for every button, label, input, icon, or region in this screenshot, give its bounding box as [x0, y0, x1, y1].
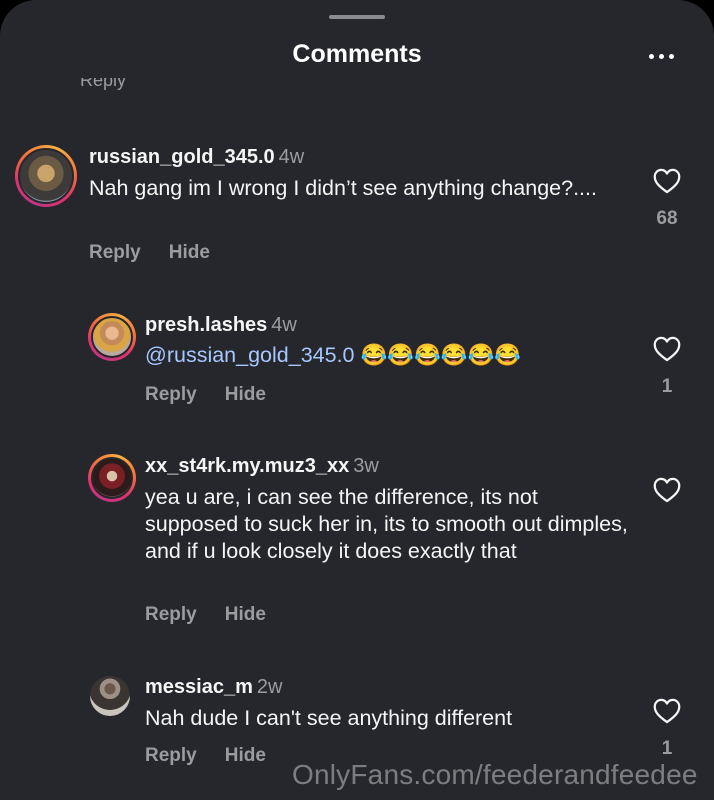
- comment-text: Nah gang im I wrong I didn’t see anythin…: [89, 176, 597, 200]
- username[interactable]: messiac_m: [145, 676, 253, 698]
- like-control: 68: [648, 168, 686, 230]
- like-count: 68: [656, 208, 678, 229]
- reply-button[interactable]: Reply: [145, 745, 197, 767]
- comment-meta: xx_st4rk.my.muz3_xx 3w: [145, 455, 379, 478]
- avatar-image: [91, 316, 133, 358]
- username[interactable]: presh.lashes: [145, 314, 267, 336]
- more-options-button[interactable]: [640, 46, 682, 66]
- avatar[interactable]: [15, 145, 77, 207]
- timestamp: 3w: [353, 455, 379, 477]
- comment-actions: Reply Hide: [145, 604, 266, 626]
- watermark: OnlyFans.com/feederandfeedee: [292, 759, 698, 790]
- username[interactable]: xx_st4rk.my.muz3_xx: [145, 455, 349, 477]
- like-count: 1: [661, 738, 673, 759]
- more-icon-dot: [668, 53, 674, 59]
- avatar[interactable]: [88, 313, 136, 361]
- reply-button[interactable]: Reply: [89, 242, 141, 264]
- hide-button[interactable]: Hide: [225, 604, 266, 626]
- mention-link[interactable]: @russian_gold_345.0: [145, 343, 355, 367]
- comment-actions: Reply Hide: [145, 384, 266, 406]
- page-title: Comments: [292, 40, 422, 68]
- timestamp: 4w: [271, 314, 297, 336]
- avatar-image: [91, 457, 133, 499]
- reply-button[interactable]: Reply: [145, 604, 197, 626]
- comment-meta: messiac_m 2w: [145, 676, 282, 699]
- like-control: 1: [648, 336, 686, 398]
- timestamp: 2w: [256, 676, 283, 698]
- heart-outline-icon[interactable]: [653, 698, 681, 724]
- hide-button[interactable]: Hide: [169, 242, 210, 264]
- username[interactable]: russian_gold_345.0: [89, 146, 275, 168]
- comment-text: @russian_gold_345.0 😂😂😂😂😂😂: [145, 342, 625, 369]
- comment-meta: presh.lashes 4w: [145, 314, 297, 337]
- drag-handle[interactable]: [329, 15, 385, 19]
- comment-meta: russian_gold_345.0 4w: [89, 146, 304, 169]
- like-control: 1: [648, 698, 686, 760]
- timestamp: 4w: [278, 146, 305, 168]
- more-icon-dot: [648, 53, 654, 59]
- comment-actions: Reply Hide: [89, 242, 210, 264]
- heart-outline-icon[interactable]: [653, 477, 681, 503]
- avatar[interactable]: [88, 454, 136, 502]
- comments-sheet: Comments Reply russian_gold_345.0 4w Nah …: [0, 0, 714, 800]
- avatar[interactable]: [90, 676, 130, 716]
- like-count: 1: [661, 376, 673, 397]
- like-control: [648, 477, 686, 517]
- comment-text: yea u are, i can see the difference, its…: [145, 485, 628, 563]
- comment-text: Nah dude I can't see anything different: [145, 706, 513, 730]
- heart-outline-icon[interactable]: [653, 168, 681, 194]
- comment-actions: Reply Hide: [145, 745, 266, 767]
- avatar-image: [18, 148, 74, 204]
- heart-outline-icon[interactable]: [653, 336, 681, 362]
- hide-button[interactable]: Hide: [225, 745, 266, 767]
- more-icon-dot: [658, 53, 664, 59]
- previous-comment-reply-stub: Reply: [80, 78, 127, 90]
- reply-button[interactable]: Reply: [145, 384, 197, 406]
- hide-button[interactable]: Hide: [225, 384, 266, 406]
- emoji-text: 😂😂😂😂😂😂: [360, 343, 522, 367]
